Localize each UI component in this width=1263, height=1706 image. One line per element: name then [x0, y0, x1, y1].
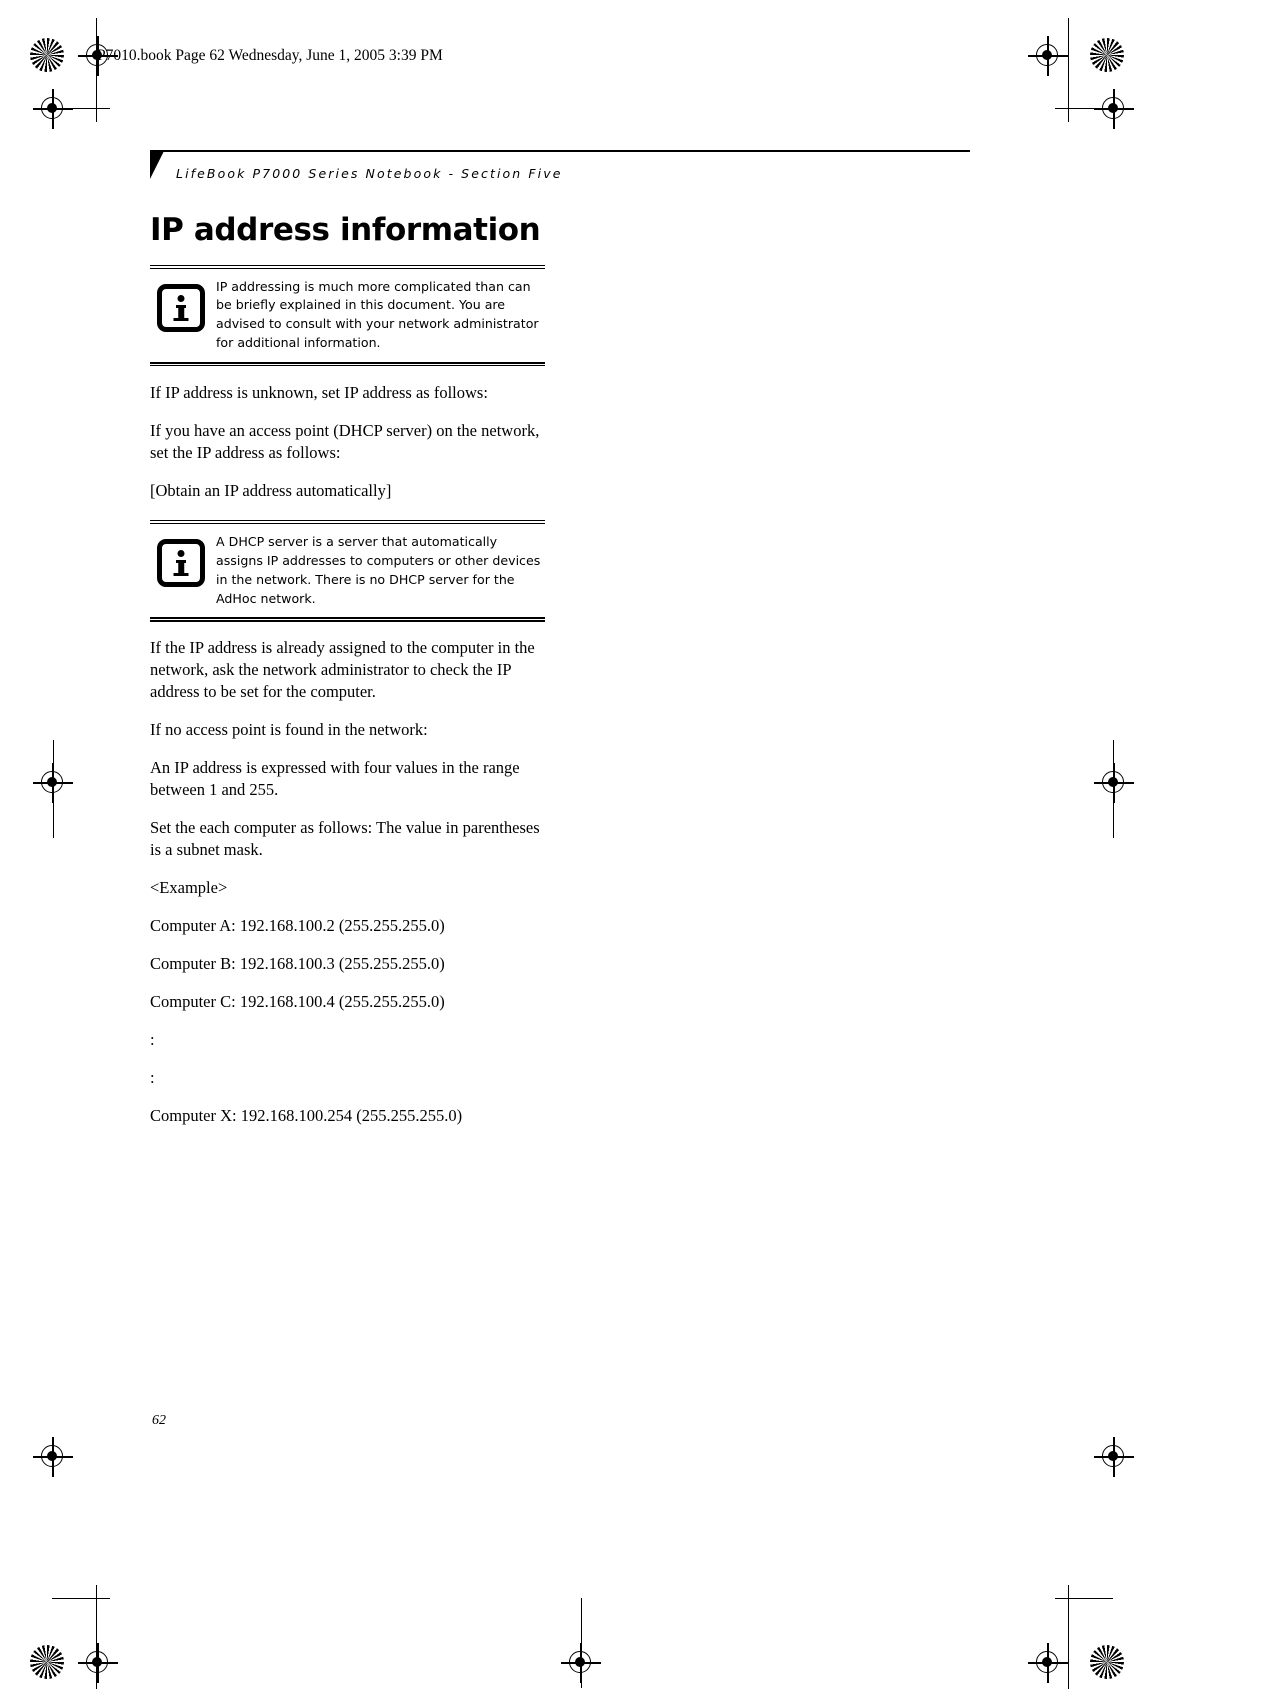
paragraph-no-access-point: If no access point is found in the netwo… [150, 720, 428, 740]
crop-line-right-edge-short [1113, 740, 1115, 838]
paragraph-four-values: An IP address is expressed with four val… [150, 758, 520, 800]
paragraph-ip-unknown: If IP address is unknown, set IP address… [150, 383, 488, 403]
running-header-triangle-icon [150, 151, 164, 179]
registration-mark-top-right [1028, 36, 1068, 76]
registration-mark-right-lower [1094, 1437, 1134, 1477]
note-box-ip-addressing: IP addressing is much more complicated t… [150, 264, 545, 367]
crop-line-top-left-horizontal [52, 108, 110, 110]
paragraph-example-label: <Example> [150, 877, 228, 897]
crop-line-left-vertical-bottom [96, 1585, 98, 1689]
crop-line-left-edge-short [53, 740, 55, 838]
note-icon-wrapper [150, 278, 212, 332]
note-rule-top [150, 264, 545, 269]
running-header: LifeBook P7000 Series Notebook - Section… [150, 150, 970, 194]
paragraph-access-point: If you have an access point (DHCP server… [150, 421, 540, 462]
page-content-column: LifeBook P7000 Series Notebook - Section… [150, 150, 970, 1126]
info-icon [157, 538, 205, 587]
note-rule-top [150, 519, 545, 525]
running-header-title: LifeBook P7000 Series Notebook - Section… [176, 166, 563, 181]
crop-line-top-right-horizontal [1055, 108, 1113, 110]
note-rule-bottom [150, 617, 545, 622]
book-file-header: P7010.book Page 62 Wednesday, June 1, 20… [97, 47, 443, 64]
note-text: A DHCP server is a server that automatic… [216, 533, 541, 606]
crop-line-bottom-right-horizontal [1055, 1598, 1113, 1600]
crop-line-right-vertical-bottom [1068, 1585, 1070, 1689]
registration-mark-left-lower [33, 1437, 73, 1477]
halftone-star-target-bottom-right [1090, 1645, 1124, 1679]
page-title: IP address information [150, 212, 541, 248]
page-number: 62 [152, 1413, 166, 1428]
paragraph-subnet-mask: Set the each computer as follows: The va… [150, 818, 540, 859]
list-item-computer-b: Computer B: 192.168.100.3 (255.255.255.0… [150, 953, 445, 973]
crop-line-right-vertical [1068, 18, 1070, 122]
halftone-star-target-top-left [30, 38, 64, 72]
halftone-star-target-top-right [1090, 38, 1124, 72]
list-item-computer-a: Computer A: 192.168.100.2 (255.255.255.0… [150, 915, 445, 935]
registration-mark-bottom-left [78, 1643, 118, 1683]
info-icon [157, 283, 205, 332]
list-item-ellipsis-2: : [150, 1067, 155, 1087]
crop-line-bottom-left-horizontal [52, 1598, 110, 1600]
halftone-star-target-bottom-left [30, 1645, 64, 1679]
note-rule-bottom [150, 362, 545, 367]
crop-line-bottom-center-vertical [581, 1598, 583, 1688]
list-item-ellipsis-1: : [150, 1029, 155, 1049]
list-item-computer-c: Computer C: 192.168.100.4 (255.255.255.0… [150, 991, 445, 1011]
note-icon-wrapper [150, 533, 212, 587]
running-header-rule [150, 150, 970, 152]
note-text: IP addressing is much more complicated t… [216, 278, 539, 351]
registration-mark-bottom-right [1028, 1643, 1068, 1683]
note-box-dhcp-server: A DHCP server is a server that automatic… [150, 519, 545, 622]
paragraph-obtain-automatically: [Obtain an IP address automatically] [150, 480, 392, 500]
crop-line-left-vertical [96, 18, 98, 122]
list-item-computer-x: Computer X: 192.168.100.254 (255.255.255… [150, 1105, 463, 1125]
paragraph-already-assigned: If the IP address is already assigned to… [150, 638, 535, 702]
